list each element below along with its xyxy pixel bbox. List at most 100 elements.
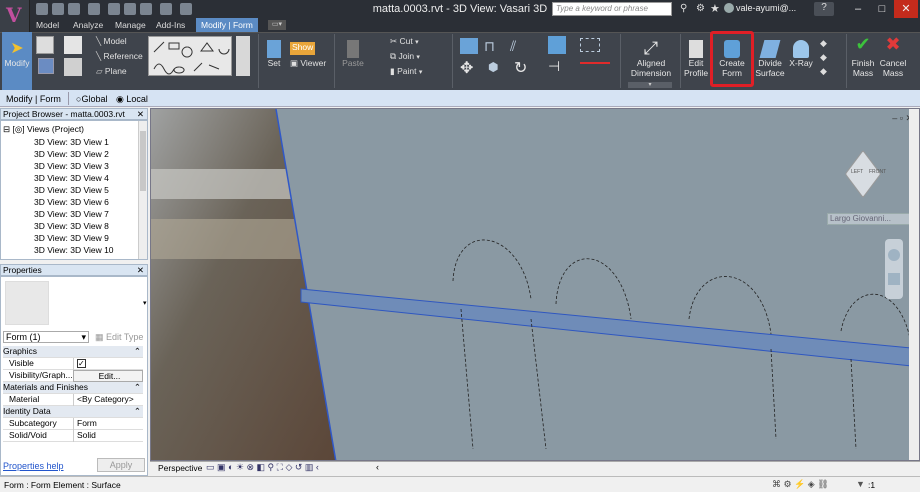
material-value[interactable]: <By Category> [73,394,143,406]
copy-elements-icon[interactable]: ⬢ [488,60,498,74]
tab-model[interactable]: Model [31,18,64,32]
move-icon[interactable]: ✥ [460,58,473,78]
global-radio[interactable]: ○Global [76,94,107,104]
maximize-button[interactable]: □ [870,0,894,18]
group-identity[interactable]: Identity Data ⌃ [3,406,143,418]
help-icon[interactable]: ? [814,2,834,16]
set-work-plane-button[interactable]: Set [262,32,286,90]
list-item[interactable]: 3D View: 3D View 7 [34,209,109,221]
draw-tools-gallery[interactable] [148,36,232,76]
panel-toggle-icon[interactable]: ▭▾ [268,20,286,30]
close-icon[interactable]: ✕ [137,109,144,120]
edit-type-button[interactable]: ▦ Edit Type [95,332,143,343]
edit-profile-button[interactable]: Edit Profile [682,32,710,90]
scrollbar-thumb[interactable] [140,131,146,191]
list-item[interactable]: 3D View: 3D View 8 [34,221,109,233]
steering-wheel-icon[interactable] [888,249,900,261]
scrollbar[interactable] [138,121,147,259]
local-radio[interactable]: ◉ Local [116,94,148,105]
cut-geometry-button[interactable]: ✂ Cut ▾ [390,36,419,49]
edit-visibility-button[interactable]: Edit... [73,370,143,382]
join-geometry-button[interactable]: ⧉ Join ▾ [390,51,420,64]
properties-palette-icon[interactable] [36,36,54,54]
pick-plane-icon[interactable] [64,58,82,76]
list-item[interactable]: 3D View: 3D View 5 [34,185,109,197]
type-selector[interactable]: Form (1) ▾ [3,331,89,343]
list-item[interactable]: 3D View: 3D View 3 [34,161,109,173]
scroll-left-icon[interactable]: ‹ [376,462,379,472]
paint-button[interactable]: ▮ Paint ▾ [390,66,422,79]
collapse-icon[interactable]: ⊟ [3,124,10,134]
zoom-icon[interactable] [888,273,900,285]
panel-expander[interactable]: ▾ [628,82,672,88]
list-item[interactable]: 3D View: 3D View 6 [34,197,109,209]
collapse-icon: ⌃ [133,382,141,392]
close-button[interactable]: ✕ [894,0,918,18]
work-plane-icon[interactable] [64,36,82,54]
filter-count[interactable]: :1 [868,480,875,490]
3d-viewport[interactable]: – ▫ ✕ LEFT FRONT Largo Giovanni... [150,108,920,461]
solid-void-value[interactable]: Solid [73,430,143,442]
tab-manage[interactable]: Manage [110,18,151,32]
subscription-icon[interactable]: ⚙ [696,3,705,14]
viewcube-face-left[interactable]: LEFT [851,169,863,175]
add-profile-icon[interactable]: ◆ [820,52,827,63]
favorites-star-icon[interactable]: ★ [710,2,720,15]
checkbox-checked-icon: ✓ [77,359,86,368]
binoculars-icon[interactable]: ⚲ [680,3,692,15]
draw-gallery-scroll[interactable] [236,36,250,76]
paste-button[interactable]: Paste [340,32,366,90]
close-icon[interactable]: ✕ [137,265,144,276]
viewcube-face-front[interactable]: FRONT [869,169,886,175]
minimize-button[interactable]: – [846,0,870,18]
plane-button[interactable]: ▱ Plane [96,66,127,79]
visible-checkbox[interactable]: ✓ [73,358,143,370]
properties-help-link[interactable]: Properties help [3,461,64,471]
chevron-down-icon[interactable]: ▾ [143,299,147,307]
view-control-icons[interactable]: ▭ ▣ ◐ ☀ ⊗ ◧ ⚲ ⛶ ◇ ↺ ▥ ‹ [206,462,319,473]
delete-icon[interactable] [580,62,610,64]
viewport-scrollbar[interactable] [909,109,919,460]
modify-button[interactable]: ➤ Modify [2,32,32,90]
cancel-x-icon: ✖ [885,34,901,54]
finish-mass-button[interactable]: ✔ Finish Mass [848,32,878,90]
type-properties-icon[interactable] [38,58,54,74]
subcategory-value[interactable]: Form [73,418,143,430]
search-input[interactable]: Type a keyword or phrase [552,2,672,16]
list-item[interactable]: 3D View: 3D View 4 [34,173,109,185]
offset-icon[interactable]: ⊓ [484,38,502,54]
rotate-icon[interactable]: ↻ [514,58,527,78]
mirror-icon[interactable]: ⫽ [510,38,528,54]
selection-options-icons[interactable]: ⌘ ⚙ ⚡ ◈ ⛓ [772,479,829,490]
align-icon[interactable] [460,38,478,54]
divide-surface-button[interactable]: Divide Surface [754,32,786,90]
user-name[interactable]: vale-ayumi@... [736,3,796,13]
tab-analyze[interactable]: Analyze [68,18,108,32]
array-icon[interactable] [580,38,600,52]
filter-icon[interactable]: ▼ [856,479,865,489]
separator [620,34,621,88]
reference-line-button[interactable]: ╲ Reference [96,51,143,64]
cancel-mass-button[interactable]: ✖ Cancel Mass [878,32,908,90]
viewer-button[interactable]: ▣ Viewer [290,58,326,71]
show-work-plane-button[interactable]: Show [290,42,316,55]
copy-icon[interactable] [548,36,566,54]
xray-button[interactable]: X-Ray [786,32,816,90]
location-label[interactable]: Largo Giovanni... [827,213,913,225]
group-materials[interactable]: Materials and Finishes ⌃ [3,382,143,394]
list-item[interactable]: 3D View: 3D View 2 [34,149,109,161]
add-edge-icon[interactable]: ◆ [820,38,827,49]
list-item[interactable]: 3D View: 3D View 9 [34,233,109,245]
list-item[interactable]: 3D View: 3D View 10 [34,245,114,257]
list-item[interactable]: 3D View: 3D View 1 [34,137,109,149]
dissolve-icon[interactable]: ◆ [820,66,827,77]
property-material: Material <By Category> [3,394,143,406]
trim-icon[interactable]: ⊣ [548,58,560,75]
model-line-button[interactable]: ╲ Model [96,36,127,49]
apply-button[interactable]: Apply [97,458,145,472]
tab-modify-form[interactable]: Modify | Form [196,18,258,32]
navigation-bar[interactable] [885,239,903,299]
tab-add-ins[interactable]: Add-Ins [151,18,190,32]
tree-node-views[interactable]: ⊟ [◎] Views (Project) [3,124,84,135]
group-graphics[interactable]: Graphics ⌃ [3,346,143,358]
